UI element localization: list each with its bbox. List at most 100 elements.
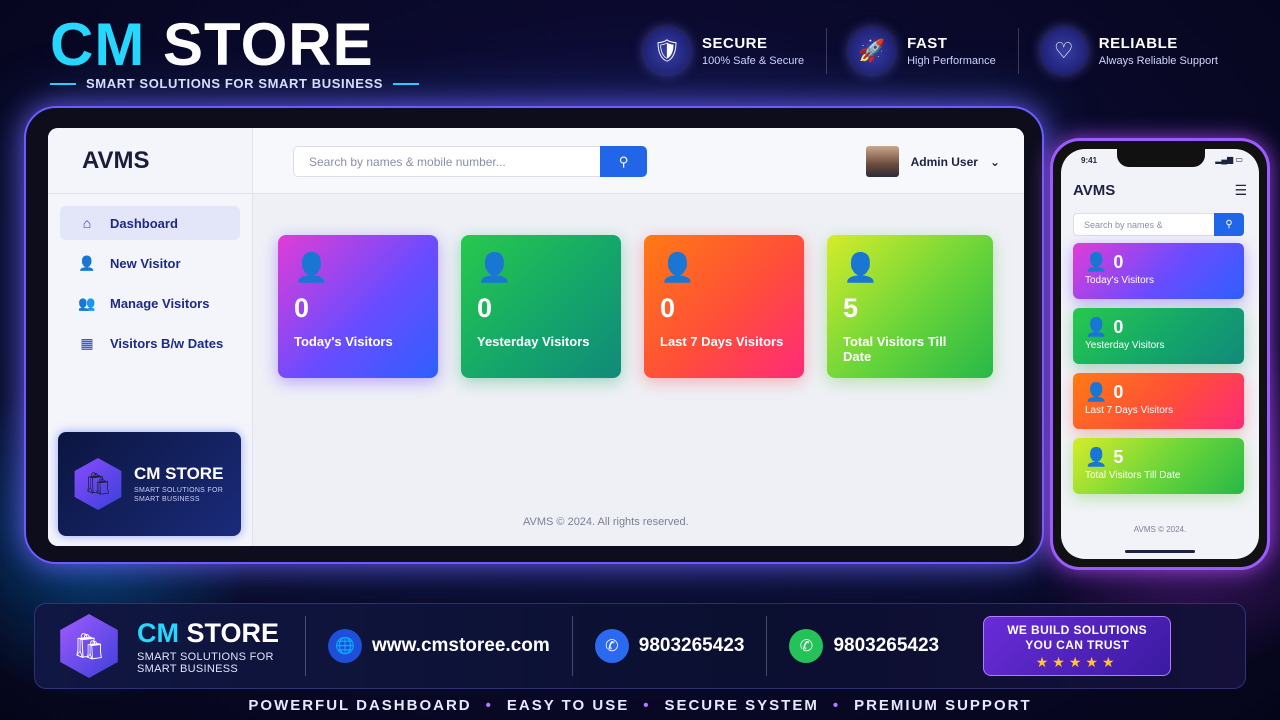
sidebar-item-new-visitor[interactable]: 👤 New Visitor: [60, 246, 240, 280]
globe-icon: 🌐: [328, 629, 363, 663]
user-plus-icon: 👤: [78, 254, 96, 271]
promo-sub-line: SMART BUSINESS: [134, 496, 200, 503]
stat-card-today[interactable]: 👤 0 Today's Visitors: [1073, 243, 1244, 299]
feature-title: RELIABLE: [1098, 35, 1178, 52]
sidebar-nav: ⌂ Dashboard 👤 New Visitor 👥 Manage Visit…: [48, 194, 252, 378]
feature-sub: Always Reliable Support: [1098, 55, 1218, 67]
brand-sub-line: SMART SOLUTIONS FOR: [137, 650, 274, 663]
avatar: [865, 146, 899, 177]
stat-card-yesterday[interactable]: 👤 0 Yesterday Visitors: [461, 235, 621, 378]
feature-secure: 🛡 SECURE 100% Safe & Secure: [622, 28, 826, 74]
bottom-brand-title: CM STORE: [137, 618, 279, 649]
sidebar-item-manage-visitors[interactable]: 👥 Manage Visitors: [60, 286, 240, 320]
contact-phone[interactable]: ✆ 9803265423: [571, 616, 767, 676]
topbar: Search by names & mobile number... ⚲ Adm…: [253, 128, 1024, 194]
search-input[interactable]: Search by names &: [1073, 213, 1215, 236]
star-rating-icon: ★★★★★: [1035, 654, 1119, 670]
stat-card-yesterday[interactable]: 👤 0 Yesterday Visitors: [1073, 308, 1244, 364]
contact-whatsapp[interactable]: ✆ 9803265423: [766, 616, 961, 676]
stat-card-total[interactable]: 👤 5 Total Visitors Till Date: [827, 235, 993, 378]
feature-list: 🛡 SECURE 100% Safe & Secure 🚀 FAST High …: [622, 28, 1240, 74]
stat-value: 0: [477, 293, 493, 323]
dot-separator: •: [643, 697, 651, 714]
chevron-down-icon: ⌄: [989, 154, 1000, 169]
tagline: POWERFUL DASHBOARD • EASY TO USE • SECURE SY…: [0, 697, 1280, 714]
stat-label: Yesterday Visitors: [477, 334, 590, 349]
whatsapp-number[interactable]: 9803265423: [833, 635, 939, 657]
divider-line: [393, 82, 420, 85]
user-icon: 👤: [1085, 317, 1108, 337]
stat-card-last7[interactable]: 👤 0 Last 7 Days Visitors: [1073, 373, 1244, 429]
feature-reliable: ♡ RELIABLE Always Reliable Support: [1017, 28, 1240, 74]
stat-label: Today's Visitors: [1085, 275, 1154, 286]
home-icon: ⌂: [82, 215, 92, 231]
phone-stat-cards: 👤 0 Today's Visitors 👤 0 Yesterday Visitor…: [1073, 243, 1244, 503]
app-logo: AVMS: [1073, 182, 1116, 199]
bottom-brand-sub: SMART SOLUTIONS FOR SMART BUSINESS: [137, 651, 279, 675]
phone-notch: [1117, 149, 1205, 167]
promo-title: CM STORE: [134, 464, 224, 483]
user-icon: 👤: [1085, 252, 1108, 272]
stat-value: 5: [1113, 447, 1124, 467]
sidebar-item-visitors-bw-dates[interactable]: ▦ Visitors B/w Dates: [60, 326, 240, 360]
tablet-screen: AVMS ⌂ Dashboard 👤 New Visitor 👥 Manage …: [48, 128, 1024, 546]
feature-fast: 🚀 FAST High Performance: [826, 28, 1018, 74]
brand-store: STORE: [162, 11, 374, 78]
stat-value: 0: [294, 293, 310, 323]
stat-label: Total Visitors Till Date: [843, 334, 947, 364]
search-button[interactable]: ⚲: [1214, 213, 1244, 236]
sidebar-item-dashboard[interactable]: ⌂ Dashboard: [60, 206, 240, 240]
stat-value: 0: [660, 293, 676, 323]
stat-card-today[interactable]: 👤 0 Today's Visitors: [278, 235, 438, 378]
shopping-bag-icon: 🛍: [74, 458, 122, 510]
user-icon: 👤: [1085, 447, 1108, 467]
stat-value: 0: [1113, 252, 1124, 272]
search-input[interactable]: Search by names & mobile number...: [293, 146, 601, 177]
stat-label: Total Visitors Till Date: [1085, 470, 1181, 481]
contact-website[interactable]: 🌐 www.cmstoree.com: [306, 616, 572, 676]
user-icon: 👤: [294, 252, 329, 283]
stat-value: 0: [1113, 317, 1124, 337]
shield-check-icon: 🛡: [643, 28, 690, 74]
tagline-item: PREMIUM SUPPORT: [854, 697, 1032, 714]
brand-title: CM STORE: [50, 14, 419, 76]
sidebar-item-label: New Visitor: [110, 255, 181, 271]
stat-card-total[interactable]: 👤 5 Total Visitors Till Date: [1073, 438, 1244, 494]
brand-cm: CM: [50, 11, 146, 78]
search-icon: ⚲: [618, 153, 629, 169]
sidebar: AVMS ⌂ Dashboard 👤 New Visitor 👥 Manage …: [48, 128, 253, 546]
trust-line: WE BUILD SOLUTIONS: [1007, 623, 1148, 637]
user-menu[interactable]: Admin User ⌄: [865, 146, 1000, 177]
tagline-item: POWERFUL DASHBOARD: [248, 697, 472, 714]
stat-label: Last 7 Days Visitors: [1085, 405, 1174, 416]
dot-separator: •: [832, 697, 841, 714]
whatsapp-icon: ✆: [789, 629, 824, 663]
bottom-brand: 🛍 CM STORE SMART SOLUTIONS FOR SMART BUS…: [35, 614, 307, 678]
app-logo: AVMS: [48, 128, 252, 194]
brand-store: STORE: [179, 617, 280, 648]
app-footer: AVMS © 2024.: [1133, 525, 1187, 534]
users-icon: 👥: [78, 294, 96, 311]
promo-banner: 🛍 CM STORE SMART SOLUTIONS FOR SMART BUS…: [58, 432, 241, 536]
rocket-icon: 🚀: [849, 28, 896, 74]
support-icon: ♡: [1040, 28, 1087, 74]
brand-sub-line: SMART BUSINESS: [137, 662, 238, 675]
phone-screen: 9:41 ▂▄▆ ▭ AVMS ☰ Search by names & ⚲ 👤 0…: [1061, 149, 1259, 559]
shopping-bag-icon: 🛍: [60, 614, 118, 678]
phone-number[interactable]: 9803265423: [639, 635, 745, 657]
brand-subtitle: SMART SOLUTIONS FOR SMART BUSINESS: [50, 76, 420, 91]
stat-label: Last 7 Days Visitors: [660, 334, 784, 349]
user-name: Admin User: [910, 154, 978, 169]
stat-label: Today's Visitors: [294, 334, 393, 349]
website-link[interactable]: www.cmstoree.com: [372, 635, 550, 657]
brand-subtitle-text: SMART SOLUTIONS FOR SMART BUSINESS: [86, 76, 384, 91]
stat-cards: 👤 0 Today's Visitors 👤 0 Yesterday Visit…: [278, 235, 993, 378]
user-icon: 👤: [1085, 382, 1108, 402]
brand-header: CM STORE SMART SOLUTIONS FOR SMART BUSIN…: [50, 14, 420, 91]
divider-line: [50, 82, 76, 85]
stat-card-last7[interactable]: 👤 0 Last 7 Days Visitors: [644, 235, 804, 378]
stat-value: 0: [1113, 382, 1124, 402]
menu-icon[interactable]: ☰: [1234, 182, 1247, 199]
home-indicator: [1125, 550, 1195, 553]
search-button[interactable]: ⚲: [600, 146, 647, 177]
